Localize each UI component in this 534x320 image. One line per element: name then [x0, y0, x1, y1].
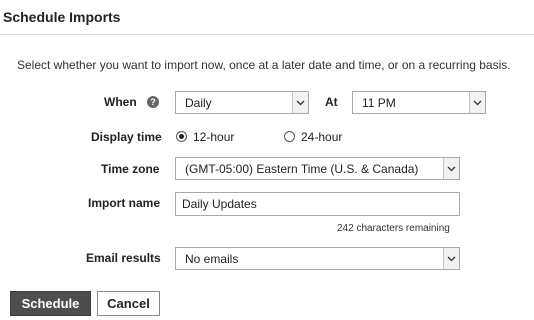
time-zone-select[interactable]: (GMT-05:00) Eastern Time (U.S. & Canada)	[175, 157, 460, 180]
radio-24-hour-label[interactable]: 24-hour	[301, 130, 342, 144]
import-name-input[interactable]	[175, 192, 460, 216]
email-results-select-value: No emails	[185, 252, 239, 266]
email-results-label: Email results	[86, 251, 161, 265]
schedule-button[interactable]: Schedule	[10, 291, 91, 316]
time-select-value: 11 PM	[362, 96, 396, 110]
cancel-button[interactable]: Cancel	[97, 291, 160, 316]
when-label: When	[104, 95, 137, 109]
help-icon[interactable]: ?	[147, 96, 159, 108]
radio-12-hour[interactable]	[176, 131, 187, 142]
radio-12-hour-label[interactable]: 12-hour	[193, 130, 234, 144]
radio-24-hour[interactable]	[284, 131, 295, 142]
frequency-select[interactable]: Daily	[175, 91, 309, 114]
chevron-down-icon	[443, 158, 459, 179]
email-results-select[interactable]: No emails	[175, 247, 460, 270]
dialog-title: Schedule Imports	[3, 9, 121, 25]
time-zone-select-value: (GMT-05:00) Eastern Time (U.S. & Canada)	[185, 162, 419, 176]
characters-remaining: 242 characters remaining	[337, 223, 450, 234]
time-zone-label: Time zone	[101, 162, 160, 176]
at-label: At	[325, 95, 338, 109]
title-divider	[0, 34, 534, 35]
intro-text: Select whether you want to import now, o…	[17, 58, 511, 72]
frequency-select-value: Daily	[185, 96, 212, 110]
chevron-down-icon	[292, 92, 308, 113]
chevron-down-icon	[443, 248, 459, 269]
time-select[interactable]: 11 PM	[352, 91, 486, 114]
chevron-down-icon	[469, 92, 485, 113]
import-name-label: Import name	[88, 196, 161, 210]
display-time-label: Display time	[91, 130, 162, 144]
